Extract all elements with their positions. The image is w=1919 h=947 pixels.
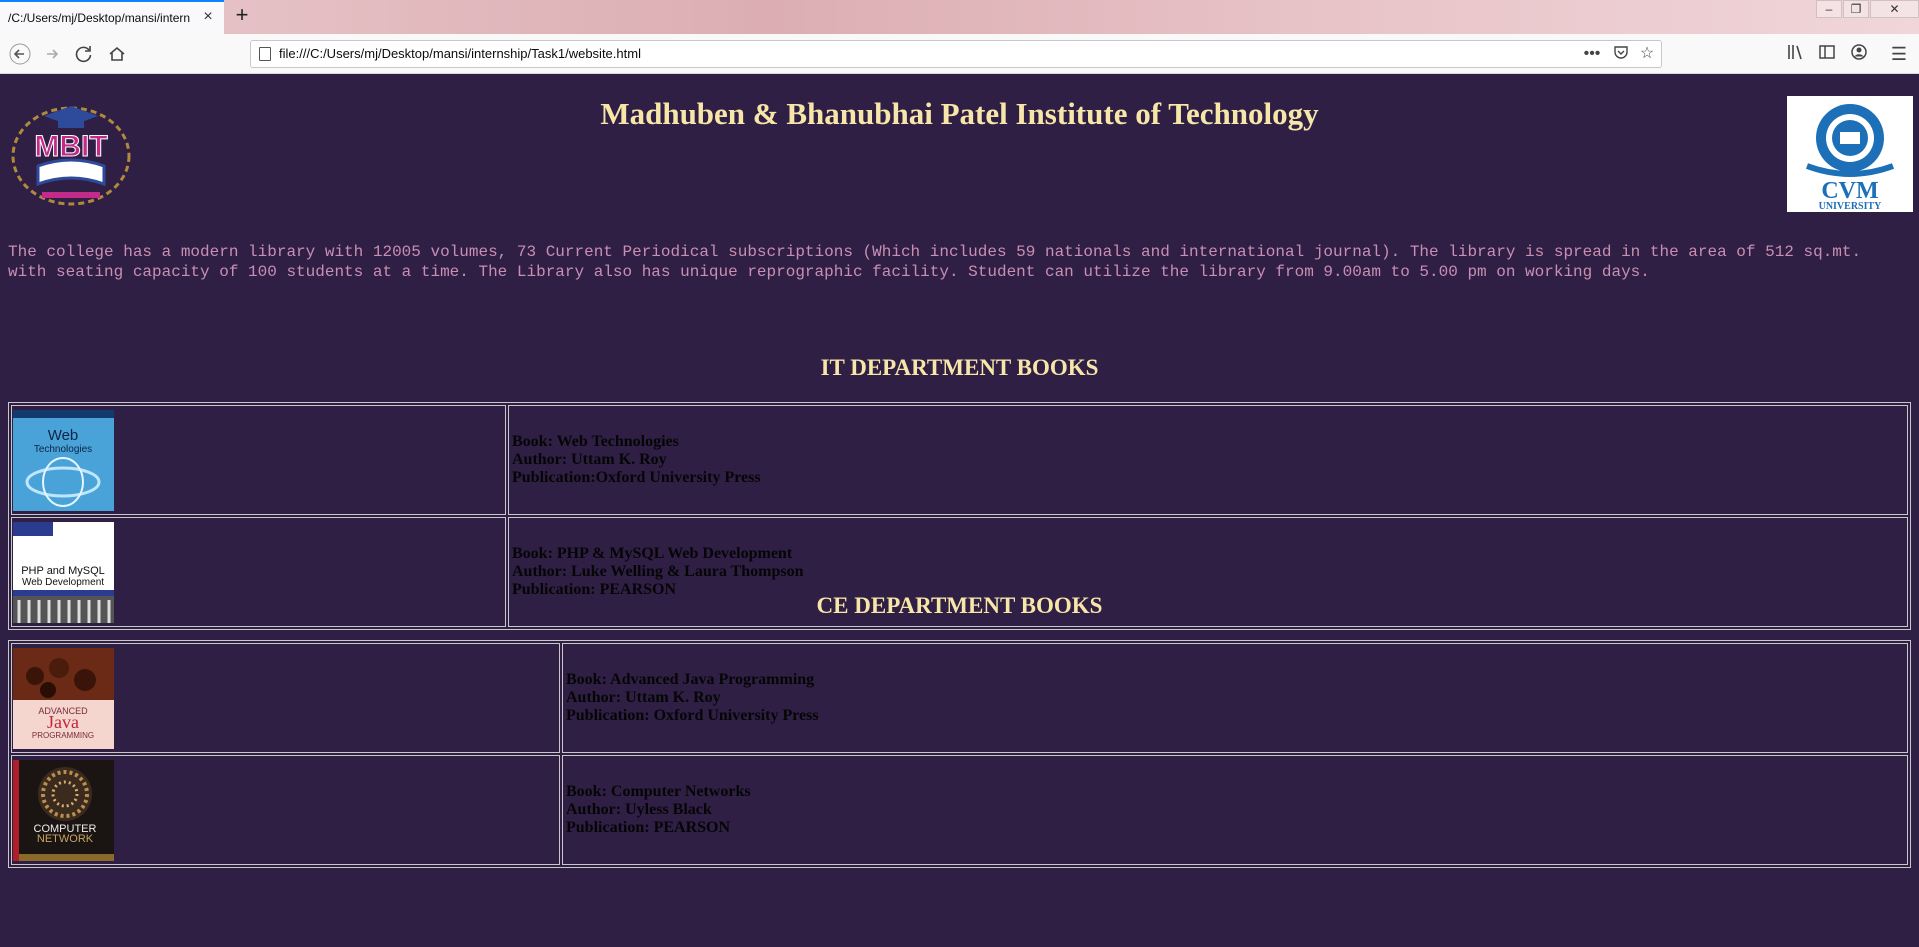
reload-button[interactable] xyxy=(72,42,96,66)
book-cover-cell: ADVANCED Java PROGRAMMING xyxy=(11,643,560,753)
svg-text:PHP and MySQL: PHP and MySQL xyxy=(21,565,105,577)
close-tab-icon[interactable]: × xyxy=(200,9,216,26)
back-arrow-icon xyxy=(9,43,31,65)
computer-networks-cover-image: COMPUTER NETWORK xyxy=(13,759,114,861)
page-actions-icon[interactable]: ••• xyxy=(1581,44,1603,64)
svg-text:PROGRAMMING: PROGRAMMING xyxy=(32,731,94,740)
bookmark-star-icon[interactable]: ☆ xyxy=(1636,44,1658,64)
svg-text:NETWORK: NETWORK xyxy=(37,833,94,845)
book-author: Author: Uttam K. Roy xyxy=(512,451,667,468)
new-tab-button[interactable]: + xyxy=(230,4,254,28)
book-info-cell: Book: Advanced Java Programming Author: … xyxy=(562,643,1908,753)
book-cover-cell: Web Technologies xyxy=(11,405,506,515)
table-row: ADVANCED Java PROGRAMMING Book: Advanced… xyxy=(11,643,1908,753)
svg-text:Java: Java xyxy=(47,712,79,732)
svg-text:Technologies: Technologies xyxy=(34,444,92,455)
browser-tab[interactable]: /C:/Users/mj/Desktop/mansi/intern × xyxy=(0,0,224,34)
book-info-cell: Book: Computer Networks Author: Uyless B… xyxy=(562,755,1908,865)
close-window-button[interactable]: ✕ xyxy=(1870,0,1919,18)
home-button[interactable] xyxy=(105,42,129,66)
svg-text:MBIT: MBIT xyxy=(34,130,107,163)
book-publication: Publication: PEARSON xyxy=(566,819,731,836)
page-content: MBIT CVM UNIVERSITY Madhuben & Bhanubhai… xyxy=(0,74,1919,947)
forward-arrow-icon xyxy=(47,49,59,59)
tab-strip: /C:/Users/mj/Desktop/mansi/intern × + – … xyxy=(0,0,1919,34)
book-author: Author: Luke Welling & Laura Thompson xyxy=(512,563,804,580)
svg-text:Web: Web xyxy=(48,427,79,444)
table-row: Web Technologies Book: Web Technologies … xyxy=(11,405,1908,515)
it-department-heading: IT DEPARTMENT BOOKS xyxy=(820,355,1099,380)
book-author: Author: Uttam K. Roy xyxy=(566,689,721,706)
advanced-java-cover-image: ADVANCED Java PROGRAMMING xyxy=(13,647,114,749)
address-bar[interactable]: file:///C:/Users/mj/Desktop/mansi/intern… xyxy=(250,40,1662,68)
back-button[interactable] xyxy=(8,42,32,66)
book-author: Author: Uyless Black xyxy=(566,801,712,818)
ce-books-table: ADVANCED Java PROGRAMMING Book: Advanced… xyxy=(8,640,1911,868)
book-title: Book: Web Technologies xyxy=(512,433,679,450)
page-title: Madhuben & Bhanubhai Patel Institute of … xyxy=(600,96,1319,131)
book-publication: Publication: Oxford University Press xyxy=(566,707,819,724)
page-icon xyxy=(259,47,271,61)
library-description-line-2: with seating capacity of 100 students at… xyxy=(8,263,1650,281)
home-icon xyxy=(109,46,125,61)
svg-text:UNIVERSITY: UNIVERSITY xyxy=(1819,201,1883,212)
book-title: Book: Computer Networks xyxy=(566,783,751,800)
account-icon[interactable] xyxy=(1847,42,1871,66)
book-cover-cell: COMPUTER NETWORK xyxy=(11,755,560,865)
table-row: COMPUTER NETWORK Book: Computer Networks… xyxy=(11,755,1908,865)
navigation-toolbar: file:///C:/Users/mj/Desktop/mansi/intern… xyxy=(0,34,1919,74)
book-publication: Publication:Oxford University Press xyxy=(512,469,761,486)
minimize-window-button[interactable]: – xyxy=(1816,0,1842,18)
pocket-icon[interactable] xyxy=(1610,44,1632,64)
book-title: Book: Advanced Java Programming xyxy=(566,671,815,688)
ce-department-heading: CE DEPARTMENT BOOKS xyxy=(816,593,1103,618)
reload-icon xyxy=(75,46,92,63)
forward-button[interactable] xyxy=(40,42,64,66)
svg-text:Web Development: Web Development xyxy=(22,577,104,588)
menu-icon[interactable]: ☰ xyxy=(1887,42,1911,66)
library-description-line-1: The college has a modern library with 12… xyxy=(8,243,1862,261)
url-text[interactable]: file:///C:/Users/mj/Desktop/mansi/intern… xyxy=(279,46,641,61)
tab-title: /C:/Users/mj/Desktop/mansi/intern xyxy=(8,11,191,25)
restore-window-button[interactable]: ❐ xyxy=(1843,0,1869,18)
sidebar-icon[interactable] xyxy=(1815,42,1839,66)
library-icon[interactable] xyxy=(1783,42,1807,66)
book-info-cell: Book: Web Technologies Author: Uttam K. … xyxy=(508,405,1908,515)
library-description: The college has a modern library with 12… xyxy=(8,242,1908,282)
web-technologies-cover-image: Web Technologies xyxy=(13,409,114,511)
book-title: Book: PHP & MySQL Web Development xyxy=(512,545,793,562)
